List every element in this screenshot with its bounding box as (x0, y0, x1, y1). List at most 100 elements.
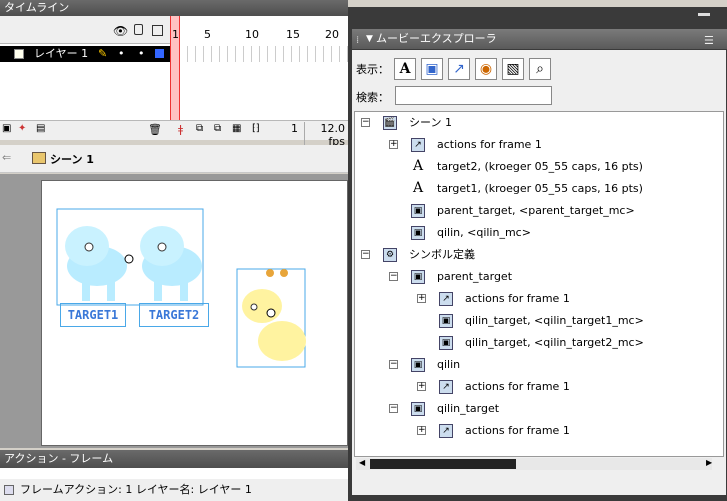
onion-outline-icon[interactable]: ⧉ (214, 123, 221, 134)
action-icon: ↗ (439, 380, 453, 394)
actions-title: アクション - フレーム (4, 452, 114, 465)
tree-item-label: parent_target (437, 270, 513, 283)
movieclip-icon: ▣ (411, 226, 425, 240)
add-guide-icon[interactable]: ✦ (18, 123, 26, 134)
tree-item-label: actions for frame 1 (437, 138, 542, 151)
search-input[interactable] (395, 86, 552, 105)
eye-icon[interactable]: 👁 (113, 24, 128, 38)
frame-number: 5 (204, 28, 211, 41)
explorer-tree[interactable]: − 🎬 シーン 1 + ↗ actions for frame 1 Atarget2, (k… (354, 111, 724, 457)
movieclip-icon: ▣ (439, 314, 453, 328)
scene-name[interactable]: シーン 1 (50, 151, 94, 167)
tree-item-label: qilin_target, <qilin_target2_mc> (465, 336, 644, 349)
expand-icon[interactable]: + (417, 426, 426, 435)
expand-icon[interactable]: + (417, 294, 426, 303)
show-actions-icon[interactable]: ↗ (448, 58, 470, 80)
tree-item-label: qilin (437, 358, 461, 371)
tree-item-label: target2, (kroeger 05_55 caps, 16 pts) (437, 160, 643, 173)
lock-dot-icon[interactable]: • (138, 46, 145, 62)
movieclip-icon: ▣ (411, 204, 425, 218)
text-icon: A (411, 180, 425, 196)
edit-frames-icon[interactable]: ▦ (232, 123, 241, 134)
action-icon: ↗ (439, 424, 453, 438)
trash-icon[interactable]: 🗑 (148, 123, 162, 136)
expand-icon[interactable]: + (417, 382, 426, 391)
center-frame-icon[interactable]: ǂ (178, 123, 183, 136)
minimize-icon[interactable] (698, 13, 710, 16)
show-buttons-icon[interactable]: ▣ (421, 58, 443, 80)
target2-text[interactable]: TARGET2 (139, 303, 209, 327)
back-arrow-icon[interactable]: ⇐ (2, 151, 11, 164)
collapse-icon[interactable]: − (389, 404, 398, 413)
panel-menu-icon[interactable]: ☰ (704, 31, 714, 51)
explorer-grip[interactable] (348, 7, 727, 29)
symbol-icon: ⚙ (383, 248, 397, 262)
grip-icon[interactable]: ⁞ (356, 31, 359, 51)
stage[interactable]: TARGET1 TARGET2 (41, 180, 348, 446)
layer-color-icon[interactable] (155, 49, 164, 58)
scroll-thumb[interactable] (370, 459, 516, 469)
frame-number: 1 (172, 28, 179, 41)
collapse-icon[interactable]: − (361, 250, 370, 259)
layer-frames[interactable] (180, 46, 348, 62)
visibility-dot-icon[interactable]: • (118, 46, 125, 62)
tree-item-label: actions for frame 1 (465, 380, 570, 393)
explorer-title-bar[interactable]: ⁞ ▼ ムービーエクスプローラ ☰ (352, 29, 727, 49)
tree-item-label: qilin, <qilin_mc> (437, 226, 531, 239)
tree-item-label: シンボル定義 (409, 248, 475, 261)
frame-action-icon (4, 485, 14, 495)
expand-icon[interactable]: + (389, 140, 398, 149)
giraffe-blue-right (140, 226, 202, 301)
movieclip-icon: ▣ (439, 336, 453, 350)
tree-item-label: actions for frame 1 (465, 424, 570, 437)
frame-number: 20 (325, 28, 339, 41)
scene-icon (32, 152, 46, 164)
action-icon: ↗ (411, 138, 425, 152)
explorer-title: ムービーエクスプローラ (376, 32, 497, 45)
timeline-title-bar[interactable]: タイムライン (0, 0, 348, 16)
collapse-icon[interactable]: − (389, 272, 398, 281)
target1-text[interactable]: TARGET1 (60, 303, 126, 327)
show-video-icon[interactable]: ◉ (475, 58, 497, 80)
status-text: フレームアクション: 1 レイヤー名: レイヤー 1 (20, 483, 252, 496)
search-label: 検索： (356, 91, 389, 104)
add-layer-icon[interactable]: ▣ (2, 123, 11, 134)
layer-name: レイヤー 1 (34, 47, 89, 60)
scene-icon: 🎬 (383, 116, 397, 130)
actions-body (0, 468, 348, 479)
collapse-arrow-icon[interactable]: ▼ (366, 29, 373, 49)
show-frames-icon[interactable]: ▧ (502, 58, 524, 80)
text-icon: A (411, 158, 425, 174)
add-folder-icon[interactable]: ▤ (36, 123, 45, 134)
customize-icon[interactable]: ⌕ (529, 58, 551, 80)
layer-icon (14, 49, 24, 59)
status-bar: フレームアクション: 1 レイヤー名: レイヤー 1 (0, 479, 348, 501)
action-icon: ↗ (439, 292, 453, 306)
frame-number: 15 (286, 28, 300, 41)
show-text-icon[interactable]: A (394, 58, 416, 80)
scroll-left-icon[interactable]: ◀ (359, 458, 365, 467)
actions-title-bar[interactable]: アクション - フレーム (0, 450, 348, 468)
tree-item-label: actions for frame 1 (465, 292, 570, 305)
onion-markers-icon[interactable]: ⁅⁆ (252, 123, 260, 134)
tree-item-label: qilin_target, <qilin_target1_mc> (465, 314, 644, 327)
layer-row[interactable]: レイヤー 1 ✎ • • (0, 46, 170, 62)
timeline-title: タイムライン (4, 1, 70, 14)
timeline-toolbar: ▣ ✦ ▤ 🗑 ǂ ⧉ ⧉ ▦ ⁅⁆ 1 12.0 fps (0, 120, 348, 148)
registration-point (124, 254, 134, 264)
outline-icon[interactable] (152, 25, 163, 36)
collapse-icon[interactable]: − (389, 360, 398, 369)
frame-number: 10 (245, 28, 259, 41)
collapse-icon[interactable]: − (361, 118, 370, 127)
tree-item-label: parent_target, <parent_target_mc> (437, 204, 635, 217)
lock-icon[interactable] (134, 24, 143, 35)
pencil-icon: ✎ (98, 47, 108, 60)
onion-skin-icon[interactable]: ⧉ (196, 123, 203, 134)
scroll-right-icon[interactable]: ▶ (706, 458, 712, 467)
tree-item-label: シーン 1 (409, 116, 452, 129)
tree-item-label: qilin_target (437, 402, 500, 415)
movieclip-icon: ▣ (411, 402, 425, 416)
movieclip-icon: ▣ (411, 270, 425, 284)
show-label: 表示： (356, 63, 389, 76)
edit-bar: ⇐ シーン 1 (0, 145, 348, 173)
